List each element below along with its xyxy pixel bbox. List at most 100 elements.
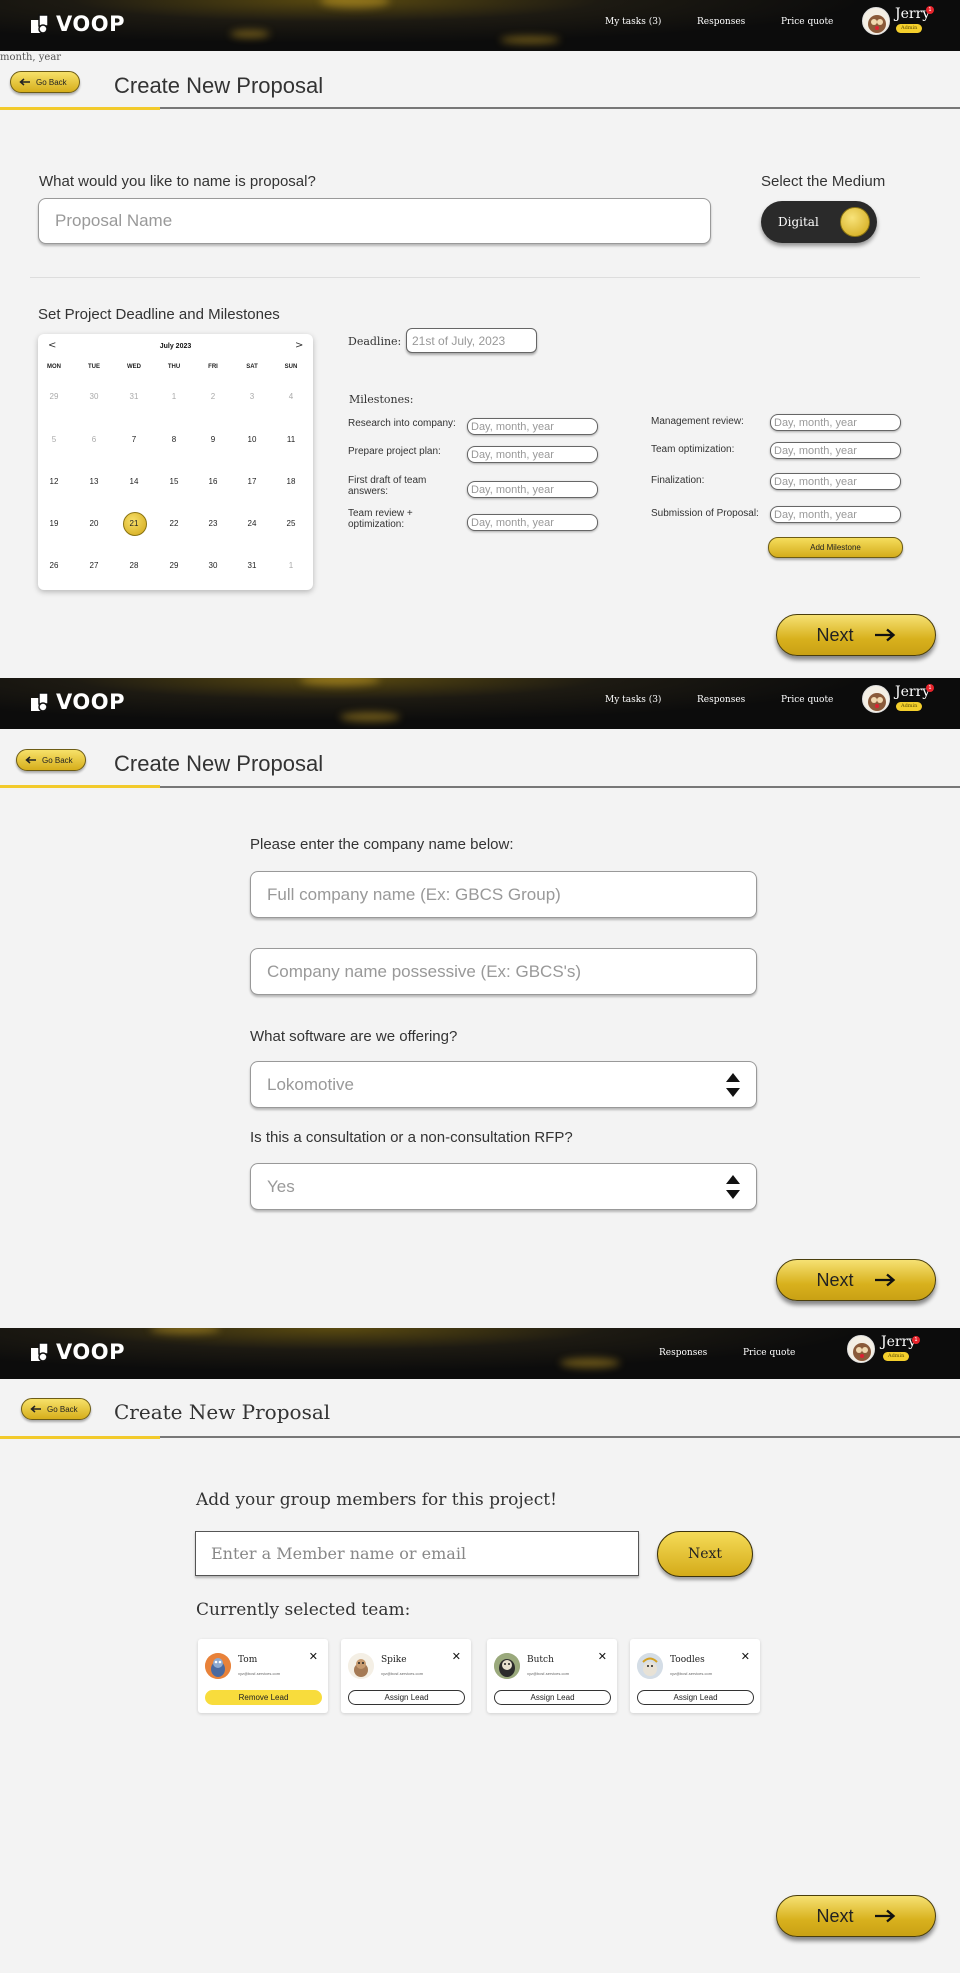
calendar-day[interactable]: 8 <box>159 430 189 450</box>
milestone-date-input[interactable]: Day, month, year <box>770 442 901 459</box>
milestone-date-input[interactable]: Day, month, year <box>467 481 598 498</box>
remove-member-icon[interactable]: ✕ <box>309 1650 318 1663</box>
calendar-day[interactable]: 1 <box>159 387 189 407</box>
calendar-day[interactable]: 4 <box>276 387 306 407</box>
calendar-day[interactable]: 28 <box>119 556 149 576</box>
assign-lead-button[interactable]: Assign Lead <box>348 1690 465 1705</box>
nav-responses[interactable]: Responses <box>659 1348 707 1358</box>
nav-my-tasks[interactable]: My tasks (3) <box>605 695 661 705</box>
calendar-day[interactable]: 29 <box>159 556 189 576</box>
arrow-right-icon <box>874 628 895 642</box>
nav-my-tasks[interactable]: My tasks (3) <box>605 17 661 27</box>
next-month-button[interactable]: > <box>295 340 303 351</box>
calendar-day[interactable]: 27 <box>79 556 109 576</box>
milestone-date-input[interactable]: Day, month, year <box>770 414 901 431</box>
deadline-input[interactable]: 21st of July, 2023 <box>406 328 537 353</box>
assign-lead-button[interactable]: Assign Lead <box>637 1690 754 1705</box>
notification-badge[interactable]: 1 <box>912 1336 920 1344</box>
calendar-day[interactable]: 25 <box>276 514 306 534</box>
next-button[interactable]: Next <box>776 1259 936 1301</box>
calendar-day[interactable]: 30 <box>198 556 228 576</box>
add-milestone-button[interactable]: Add Milestone <box>768 537 903 558</box>
remove-member-icon[interactable]: ✕ <box>598 1650 607 1663</box>
user-avatar[interactable] <box>862 685 890 713</box>
calendar-day[interactable]: 9 <box>198 430 228 450</box>
calendar-day[interactable]: 21 <box>119 512 149 536</box>
alley-cat-avatar-icon <box>494 1653 520 1679</box>
next-button[interactable]: Next <box>776 1895 936 1937</box>
calendar-day[interactable]: 31 <box>237 556 267 576</box>
toggle-knob <box>840 207 870 237</box>
notification-badge[interactable]: 1 <box>926 684 934 692</box>
notification-badge[interactable]: 1 <box>926 6 934 14</box>
calendar-day[interactable]: 20 <box>79 514 109 534</box>
role-badge: Admin <box>896 24 923 33</box>
user-avatar[interactable] <box>862 7 890 35</box>
calendar-day[interactable]: 23 <box>198 514 228 534</box>
milestone-date-input[interactable]: Day, month, year <box>467 446 598 463</box>
software-select[interactable]: Lokomotive <box>250 1061 757 1108</box>
screen-group-members: VOOP Responses Price quote Jerry Admin 1… <box>0 1328 960 1973</box>
brand-name: VOOP <box>56 690 125 714</box>
page-title: Create New Proposal <box>114 1400 331 1424</box>
milestone-date-input[interactable]: Day, month, year <box>467 514 598 531</box>
calendar-day[interactable]: 16 <box>198 472 228 492</box>
remove-member-icon[interactable]: ✕ <box>741 1650 750 1663</box>
calendar-day[interactable]: 18 <box>276 472 306 492</box>
remove-member-icon[interactable]: ✕ <box>452 1650 461 1663</box>
voop-logo[interactable]: VOOP <box>28 12 125 36</box>
calendar-day[interactable]: 30 <box>79 387 109 407</box>
calendar-day[interactable]: 6 <box>79 430 109 450</box>
proposal-name-input[interactable]: Proposal Name <box>38 198 711 244</box>
calendar-day[interactable]: 1 <box>276 556 306 576</box>
nav-price-quote[interactable]: Price quote <box>743 1348 795 1358</box>
calendar-day[interactable]: 13 <box>79 472 109 492</box>
calendar-day[interactable]: 7 <box>119 430 149 450</box>
user-avatar[interactable] <box>847 1335 875 1363</box>
team-member-card: Tom xyz@bcsf-services.com ✕ Remove Lead <box>198 1639 328 1713</box>
milestone-date-input[interactable]: Day, month, year <box>770 473 901 490</box>
nav-price-quote[interactable]: Price quote <box>781 17 833 27</box>
company-possessive-input[interactable]: Company name possessive (Ex: GBCS's) <box>250 948 757 995</box>
medium-toggle[interactable]: Digital <box>761 201 877 243</box>
company-full-name-input[interactable]: Full company name (Ex: GBCS Group) <box>250 871 757 918</box>
proposal-name-placeholder: Proposal Name <box>55 211 173 230</box>
calendar-day[interactable]: 2 <box>198 387 228 407</box>
voop-logo[interactable]: VOOP <box>28 690 125 714</box>
assign-lead-button[interactable]: Assign Lead <box>494 1690 611 1705</box>
member-search-input[interactable]: Enter a Member name or email <box>195 1531 639 1576</box>
rfp-select[interactable]: Yes <box>250 1163 757 1210</box>
member-next-button[interactable]: Next <box>657 1531 753 1577</box>
remove-lead-button[interactable]: Remove Lead <box>205 1690 322 1705</box>
calendar-day[interactable]: 31 <box>119 387 149 407</box>
nav-responses[interactable]: Responses <box>697 695 745 705</box>
voop-logo[interactable]: VOOP <box>28 1340 125 1364</box>
page-title: Create New Proposal <box>114 751 324 776</box>
calendar-day-number: 1 <box>171 392 177 401</box>
role-badge: Admin <box>883 1352 910 1361</box>
page-title: Create New Proposal <box>114 73 324 98</box>
weekday-header: TUE <box>88 364 100 370</box>
nav-price-quote[interactable]: Price quote <box>781 695 833 705</box>
go-back-button[interactable]: Go Back <box>10 71 80 93</box>
calendar-day[interactable]: 22 <box>159 514 189 534</box>
go-back-button[interactable]: Go Back <box>21 1398 91 1420</box>
go-back-button[interactable]: Go Back <box>16 749 86 771</box>
calendar-day-number: 15 <box>169 477 179 486</box>
nav-responses[interactable]: Responses <box>697 17 745 27</box>
calendar-day[interactable]: 5 <box>39 430 69 450</box>
milestone-date-input[interactable]: Day, month, year <box>770 506 901 523</box>
calendar-day[interactable]: 10 <box>237 430 267 450</box>
calendar-day[interactable]: 3 <box>237 387 267 407</box>
calendar-day[interactable]: 12 <box>39 472 69 492</box>
calendar-day[interactable]: 15 <box>159 472 189 492</box>
calendar-day[interactable]: 24 <box>237 514 267 534</box>
calendar-day[interactable]: 11 <box>276 430 306 450</box>
calendar-day[interactable]: 29 <box>39 387 69 407</box>
calendar-day[interactable]: 26 <box>39 556 69 576</box>
milestone-date-input[interactable]: Day, month, year <box>467 418 598 435</box>
calendar-day[interactable]: 14 <box>119 472 149 492</box>
calendar-day[interactable]: 17 <box>237 472 267 492</box>
next-button[interactable]: Next <box>776 614 936 656</box>
calendar-day[interactable]: 19 <box>39 514 69 534</box>
